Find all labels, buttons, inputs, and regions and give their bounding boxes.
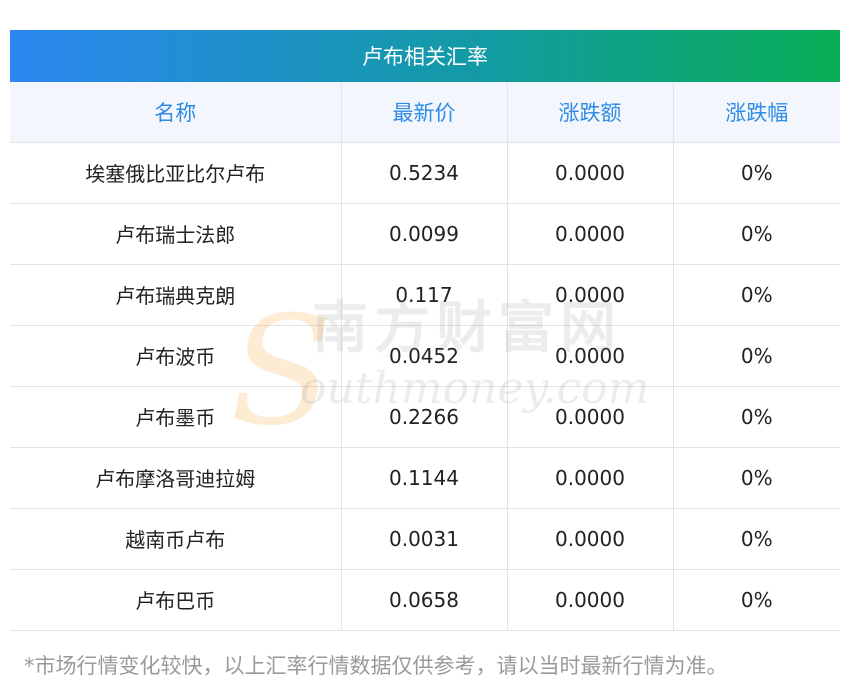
cell-name: 埃塞俄比亚比尔卢布 [10, 142, 342, 204]
cell-name: 越南币卢布 [10, 508, 342, 570]
cell-change-percent: 0% [673, 203, 840, 265]
cell-change-amount: 0.0000 [507, 508, 674, 570]
header-name: 名称 [10, 82, 342, 143]
table-row: 卢布摩洛哥迪拉姆 0.1144 0.0000 0% [10, 447, 840, 509]
cell-latest-price: 0.0031 [341, 508, 508, 570]
cell-latest-price: 0.2266 [341, 386, 508, 448]
header-latest-price: 最新价 [341, 82, 508, 143]
cell-change-amount: 0.0000 [507, 142, 674, 204]
header-change-amount: 涨跌额 [507, 82, 674, 143]
cell-change-amount: 0.0000 [507, 447, 674, 509]
cell-change-percent: 0% [673, 142, 840, 204]
table-row: 卢布瑞典克朗 0.117 0.0000 0% [10, 264, 840, 326]
cell-name: 卢布波币 [10, 325, 342, 387]
cell-change-amount: 0.0000 [507, 203, 674, 265]
cell-change-percent: 0% [673, 386, 840, 448]
table-header-row: 名称 最新价 涨跌额 涨跌幅 [10, 82, 840, 143]
cell-change-percent: 0% [673, 325, 840, 387]
cell-change-amount: 0.0000 [507, 264, 674, 326]
cell-change-amount: 0.0000 [507, 325, 674, 387]
table-row: 卢布墨币 0.2266 0.0000 0% [10, 386, 840, 448]
disclaimer-footnote: *市场行情变化较快，以上汇率行情数据仅供参考，请以当时最新行情为准。 [24, 654, 728, 678]
cell-name: 卢布瑞士法郎 [10, 203, 342, 265]
cell-latest-price: 0.0099 [341, 203, 508, 265]
cell-latest-price: 0.0658 [341, 569, 508, 631]
cell-name: 卢布巴币 [10, 569, 342, 631]
cell-latest-price: 0.117 [341, 264, 508, 326]
table-row: 卢布波币 0.0452 0.0000 0% [10, 325, 840, 387]
cell-change-percent: 0% [673, 508, 840, 570]
cell-change-percent: 0% [673, 447, 840, 509]
table-row: 卢布瑞士法郎 0.0099 0.0000 0% [10, 203, 840, 265]
table-title: 卢布相关汇率 [10, 30, 840, 82]
cell-change-amount: 0.0000 [507, 569, 674, 631]
cell-name: 卢布瑞典克朗 [10, 264, 342, 326]
table-row: 越南币卢布 0.0031 0.0000 0% [10, 508, 840, 570]
cell-change-amount: 0.0000 [507, 386, 674, 448]
rate-table: 名称 最新价 涨跌额 涨跌幅 埃塞俄比亚比尔卢布 0.5234 0.0000 0… [10, 82, 840, 631]
rate-table-container: 卢布相关汇率 名称 最新价 涨跌额 涨跌幅 埃塞俄比亚比尔卢布 0.5234 0… [10, 30, 840, 631]
cell-latest-price: 0.1144 [341, 447, 508, 509]
cell-latest-price: 0.0452 [341, 325, 508, 387]
table-row: 卢布巴币 0.0658 0.0000 0% [10, 569, 840, 631]
cell-name: 卢布摩洛哥迪拉姆 [10, 447, 342, 509]
cell-latest-price: 0.5234 [341, 142, 508, 204]
table-row: 埃塞俄比亚比尔卢布 0.5234 0.0000 0% [10, 142, 840, 204]
cell-change-percent: 0% [673, 264, 840, 326]
header-change-percent: 涨跌幅 [673, 82, 840, 143]
cell-name: 卢布墨币 [10, 386, 342, 448]
cell-change-percent: 0% [673, 569, 840, 631]
